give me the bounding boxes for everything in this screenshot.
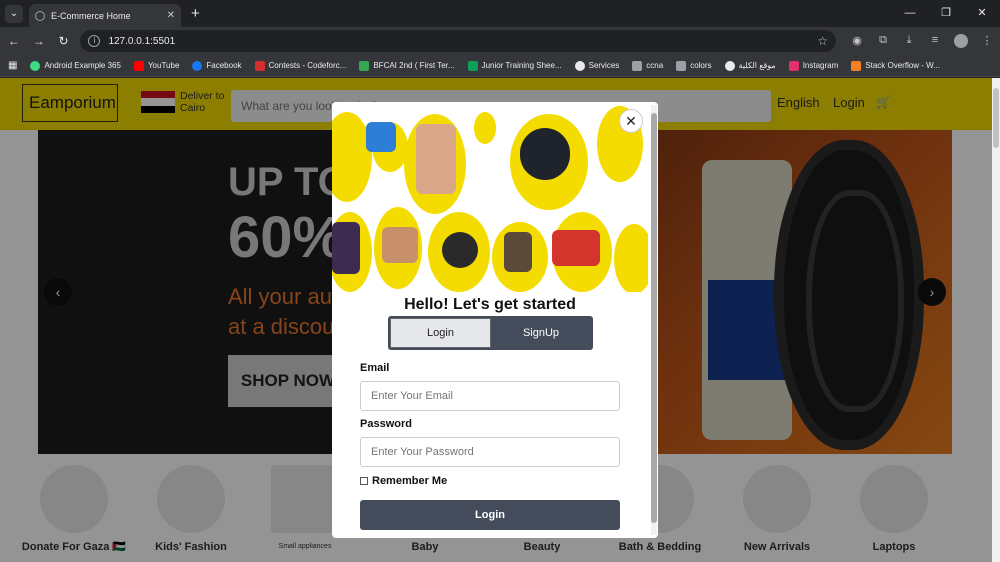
palette-image [382,227,418,263]
bookmark-item[interactable]: Instagram [788,60,839,71]
facebook-icon [192,60,203,71]
remember-label: Remember Me [372,475,448,487]
bookmark-label: Facebook [206,61,242,70]
reload-button[interactable]: ↻ [53,34,75,48]
download-icon[interactable]: ⤓ [896,34,922,48]
watch-image [504,232,532,272]
login-submit-button[interactable]: Login [360,500,620,530]
bookmark-item[interactable]: ccna [632,60,664,71]
back-button[interactable]: ← [3,34,25,48]
colors-icon [676,60,687,71]
bookmark-item[interactable]: BFCAI 2nd ( First Ter... [359,60,455,71]
remember-me[interactable]: Remember Me [360,475,447,487]
bookmark-label: ccna [646,61,664,70]
site-info-icon[interactable]: i [88,35,101,47]
toolbar-icons: ◉ ⧉ ⤓ ≡ ⋮ [844,34,1000,48]
url-text: 127.0.0.1:5501 [108,35,176,47]
bookmark-item[interactable]: Contests - Codeforc... [254,60,347,71]
password-label: Password [360,418,412,430]
globe-icon [35,10,45,21]
bookmarks-bar: ▦ Android Example 365 YouTube Facebook C… [0,55,1000,77]
bookmark-item[interactable]: Android Example 365 [30,60,121,71]
window-controls: — ❐ ✕ [892,0,1000,27]
extensions-icon[interactable]: ⧉ [870,34,896,48]
globe-icon [724,60,735,71]
products-banner [332,102,648,292]
email-label: Email [360,362,390,374]
new-tab-button[interactable]: + [191,5,200,22]
stackoverflow-icon [851,60,862,71]
close-icon[interactable]: ✕ [619,109,643,133]
address-bar[interactable]: i 127.0.0.1:5501 ☆ [80,30,836,52]
bookmark-item[interactable]: colors [676,60,712,71]
bookmark-item[interactable]: Junior Training Shee... [467,60,562,71]
close-window-button[interactable]: ✕ [964,0,1000,27]
menu-icon[interactable]: ⋮ [974,34,1000,48]
pan-image [442,232,478,268]
bookmark-label: Services [588,61,620,70]
modal-greeting: Hello! Let's get started [404,296,576,313]
instagram-icon [788,60,799,71]
browser-toolbar: ← → ↻ i 127.0.0.1:5501 ☆ ◉ ⧉ ⤓ ≡ ⋮ [0,27,1000,55]
modal-scrollbar[interactable] [651,105,657,535]
bookmark-label: Instagram [802,61,839,70]
drive-icon [359,60,370,71]
bookmark-item[interactable]: Facebook [192,60,242,71]
tab-search-button[interactable]: ⌄ [5,4,23,23]
bookmark-star-icon[interactable]: ☆ [817,34,828,48]
browser-tabbar: ⌄ E-Commerce Home ✕ + — ❐ ✕ [0,0,1000,27]
codeforces-icon [254,60,265,71]
forward-button[interactable]: → [28,34,50,48]
tab-login[interactable]: Login [390,318,491,348]
browser-tab[interactable]: E-Commerce Home ✕ [29,4,181,27]
bookmark-label: Contests - Codeforc... [268,61,347,70]
bookmark-label: Stack Overflow - W... [865,61,940,70]
bookmark-item[interactable]: موقع الكلية [724,60,776,71]
email-field[interactable] [360,381,620,411]
remember-checkbox[interactable] [360,477,368,485]
media-icon[interactable]: ≡ [922,34,948,48]
android-icon [30,60,41,71]
apps-icon[interactable]: ▦ [8,60,17,71]
password-field[interactable] [360,437,620,467]
bookmark-label: colors [690,61,712,70]
auth-toggle: Login SignUp [388,316,593,350]
bookmark-label: Android Example 365 [44,61,121,70]
youtube-icon [133,60,144,71]
profile-avatar[interactable] [954,34,968,48]
globe-icon [574,60,585,71]
bookmark-item[interactable]: YouTube [133,60,180,71]
bookmark-label: YouTube [147,61,180,70]
page-icon [632,60,643,71]
tab-signup[interactable]: SignUp [491,318,591,348]
phone-image [332,222,360,274]
camera-image [366,122,396,152]
maximize-button[interactable]: ❐ [928,0,964,27]
page-scrollbar[interactable] [992,78,1000,562]
tab-title: E-Commerce Home [51,10,131,21]
sneaker-image [552,230,600,266]
sheets-icon [467,60,478,71]
audio-icon[interactable]: ◉ [844,34,870,48]
bookmark-label: BFCAI 2nd ( First Ter... [373,61,455,70]
minimize-button[interactable]: — [892,0,928,27]
headphones-image [520,128,570,180]
bookmark-label: موقع الكلية [738,61,776,70]
login-modal: ✕ Hello! Let's get started Login SignUp … [332,102,658,538]
bookmark-item[interactable]: Stack Overflow - W... [851,60,940,71]
bookmark-label: Junior Training Shee... [481,61,562,70]
page-content: Eamporium Deliver to Cairo What are you … [0,78,992,562]
bookmark-item[interactable]: Services [574,60,620,71]
close-tab-icon[interactable]: ✕ [167,10,175,21]
backpack-image [416,124,456,194]
